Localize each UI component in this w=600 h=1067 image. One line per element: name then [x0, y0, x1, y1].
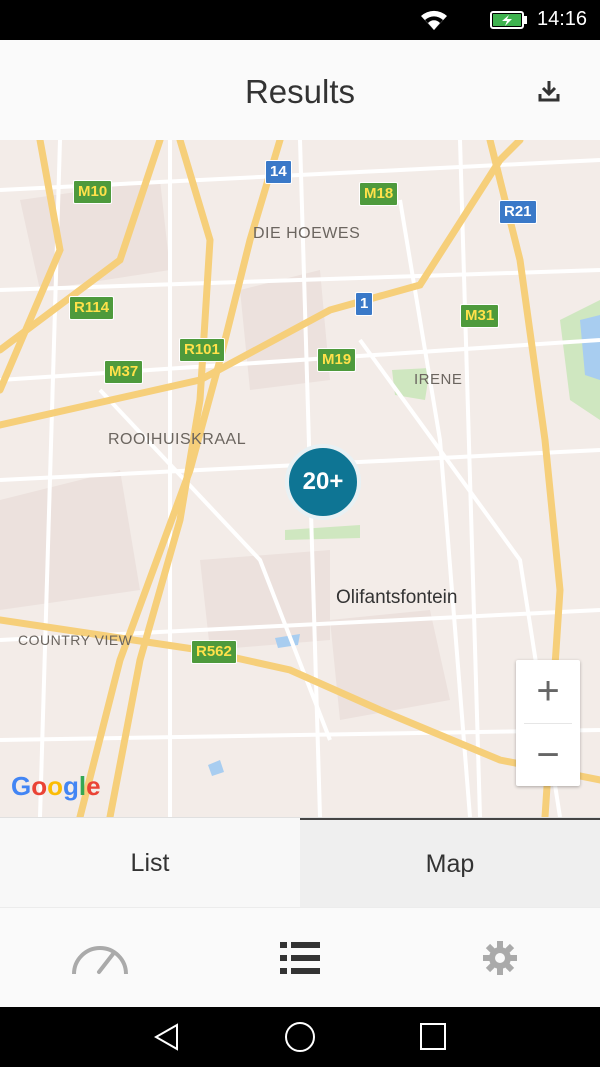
- page-title: Results: [244, 73, 356, 110]
- place-label: DIE HOEWES: [253, 225, 361, 242]
- route-shield: R114: [69, 296, 115, 320]
- tab-map[interactable]: Map: [300, 818, 600, 908]
- google-logo: Google: [11, 771, 101, 801]
- status-time: 14:16: [537, 8, 588, 30]
- route-shield: 1: [355, 292, 374, 316]
- route-shield: 14: [265, 160, 292, 184]
- nav-dashboard[interactable]: [0, 908, 200, 1008]
- status-bar: 14:16: [0, 0, 600, 40]
- route-shield: M10: [73, 180, 113, 204]
- route-shield: R101: [179, 338, 225, 362]
- nav-list[interactable]: [200, 908, 400, 1008]
- zoom-in-button[interactable]: +: [516, 660, 580, 723]
- zoom-out-button[interactable]: −: [516, 724, 580, 787]
- recents-icon[interactable]: [419, 1022, 447, 1052]
- route-shield: M37: [104, 360, 144, 384]
- route-shield: M18: [359, 182, 399, 206]
- route-shield: R21: [499, 200, 537, 224]
- back-icon[interactable]: [152, 1022, 182, 1052]
- place-label: COUNTRY VIEW: [18, 632, 133, 648]
- list-icon: [280, 942, 320, 974]
- download-icon[interactable]: [536, 78, 562, 104]
- bottom-navigation: [0, 907, 600, 1008]
- place-label: Olifantsfontein: [336, 587, 458, 608]
- home-icon[interactable]: [284, 1022, 316, 1054]
- result-cluster-marker[interactable]: 20+: [285, 444, 361, 520]
- battery-charging-icon: [490, 11, 527, 29]
- map-view[interactable]: M10 14 M18 R21 R114 1 M31 R101 M19 M37 R…: [0, 140, 600, 817]
- nav-settings[interactable]: [400, 908, 600, 1008]
- app-bar: Results: [0, 40, 600, 140]
- place-label: ROOIHUISKRAAL: [108, 431, 247, 448]
- place-label: IRENE: [414, 371, 463, 388]
- tab-list[interactable]: List: [0, 818, 300, 908]
- zoom-controls: + −: [516, 660, 580, 786]
- wifi-icon: [421, 10, 447, 30]
- settings-gear-icon: [483, 941, 517, 975]
- route-shield: R562: [191, 640, 237, 664]
- view-tabs: List Map: [0, 817, 600, 908]
- system-navigation-bar: [0, 1007, 600, 1067]
- route-shield: M19: [317, 348, 357, 372]
- route-shield: M31: [460, 304, 500, 328]
- dashboard-gauge-icon: [72, 946, 128, 975]
